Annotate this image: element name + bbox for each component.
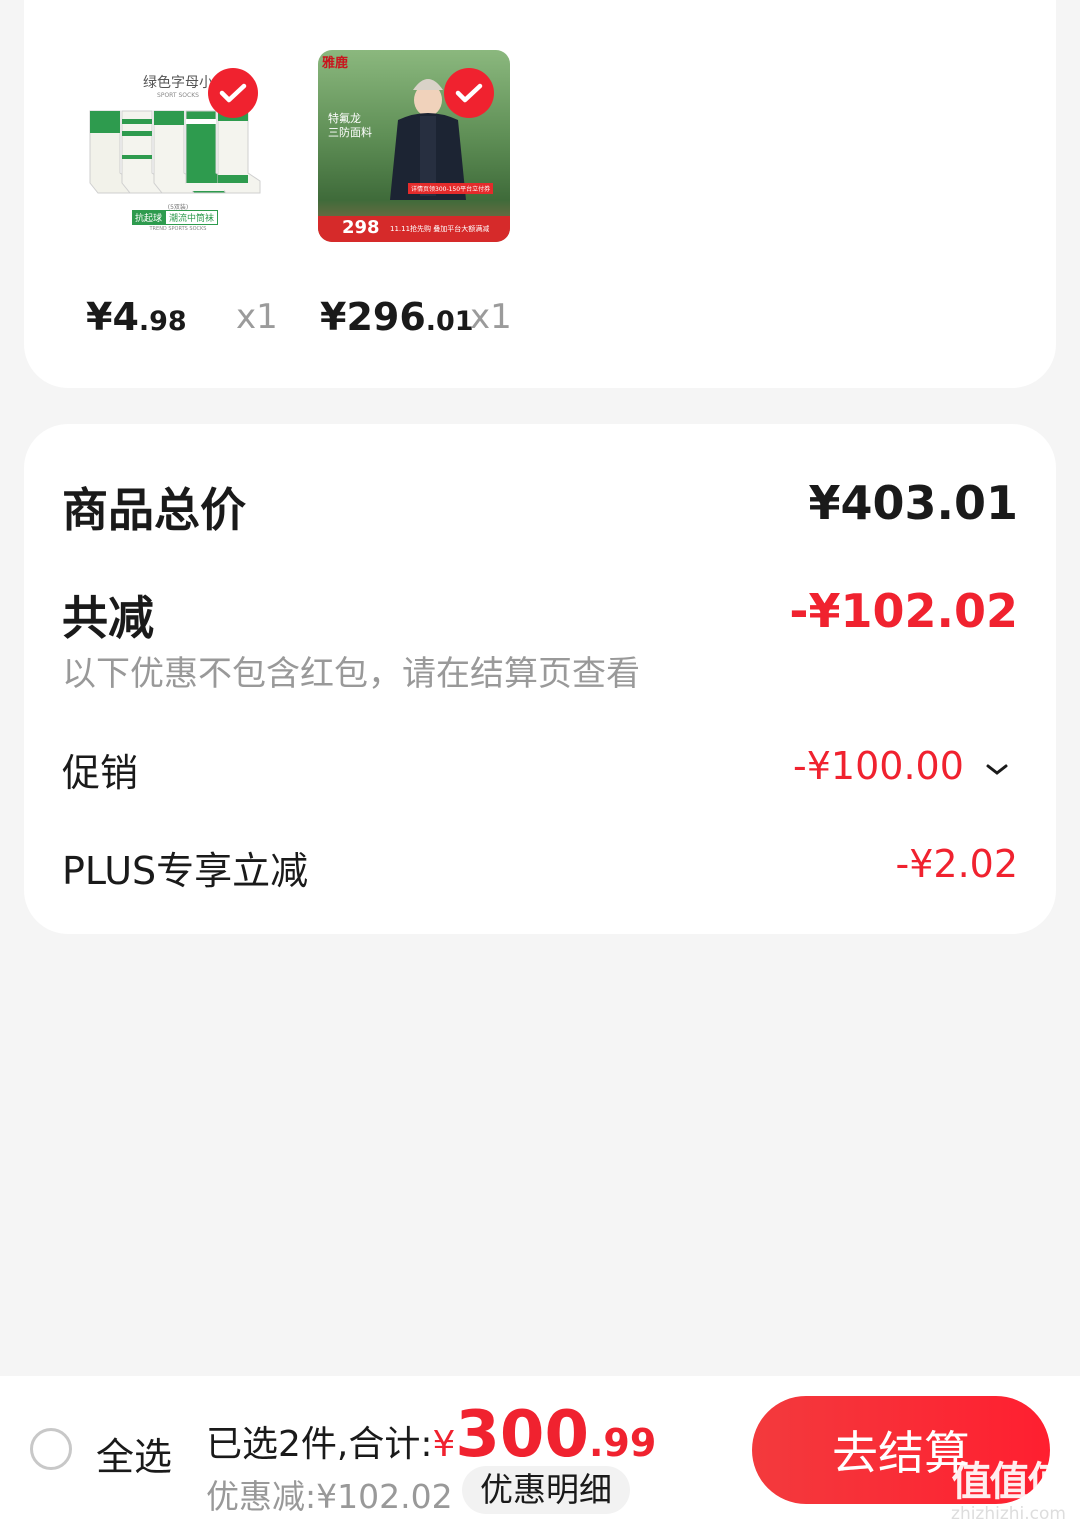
price-integer: ¥296 [320, 295, 426, 339]
cart-items-card: 绿色字母小 SPORT SOCKS (5双装) 抗起球 潮流中筒袜 TREND … [24, 0, 1056, 388]
promotion-row[interactable]: -¥100.00 [793, 744, 1010, 788]
item-quantity: x1 [236, 297, 278, 337]
check-icon [455, 83, 483, 103]
total-decimal: .99 [588, 1421, 657, 1465]
item-price: ¥296.01 [320, 295, 474, 339]
item-selected-check[interactable] [444, 68, 494, 118]
select-all-radio[interactable] [30, 1428, 72, 1470]
selected-total: 已选2件,合计:¥300.99 [206, 1398, 656, 1472]
jacket-band-price: 298 [342, 217, 380, 238]
plus-discount-value: -¥2.02 [895, 842, 1019, 886]
site-watermark: 值值值 zhizhizhi.com [951, 1459, 1068, 1524]
price-summary-card: 商品总价 ¥403.01 共减 -¥102.02 以下优惠不包含红包，请在结算页… [24, 424, 1056, 934]
total-price-label: 商品总价 [62, 483, 246, 537]
total-price-value: ¥403.01 [808, 476, 1018, 530]
promotion-label: 促销 [62, 751, 139, 795]
watermark-logo: 值值值 [951, 1459, 1068, 1505]
discount-summary: 优惠减:¥102.02 [206, 1477, 453, 1516]
checkout-label: 去结算 [832, 1426, 970, 1480]
item-quantity: x1 [470, 297, 512, 337]
discount-detail-button[interactable]: 优惠明细 [462, 1466, 630, 1514]
select-all-label[interactable]: 全选 [96, 1426, 172, 1481]
currency-symbol: ¥ [432, 1424, 456, 1465]
socks-tag: 潮流中筒袜 [165, 210, 219, 225]
total-reduction-label: 共减 [62, 591, 154, 645]
jacket-price-band: 298 11.11抢先购 叠加平台大额满减 [318, 216, 510, 242]
jacket-band-text: 11.11抢先购 叠加平台大额满减 [390, 225, 490, 233]
price-decimal: .98 [138, 306, 187, 337]
socks-footnote: TREND SPORTS SOCKS [149, 226, 207, 232]
discount-note: 以下优惠不包含红包，请在结算页查看 [62, 654, 640, 694]
promotion-value: -¥100.00 [793, 744, 964, 788]
item-price: ¥4.98 [86, 295, 187, 339]
socks-tags: 抗起球 潮流中筒袜 [132, 210, 219, 225]
checkout-bar: 全选 已选2件,合计:¥300.99 优惠减:¥102.02 优惠明细 去结算 … [0, 1376, 1080, 1526]
total-reduction-value: -¥102.02 [789, 584, 1018, 638]
watermark-site: zhizhizhi.com [951, 1504, 1066, 1524]
socks-illustration [89, 110, 261, 194]
check-icon [219, 83, 247, 103]
total-integer: 300 [455, 1398, 589, 1472]
price-decimal: .01 [425, 306, 474, 337]
selected-count-text: 已选2件,合计: [206, 1424, 433, 1465]
item-selected-check[interactable] [208, 68, 258, 118]
plus-discount-label: PLUS专享立减 [62, 849, 309, 893]
socks-tag: 抗起球 [132, 210, 166, 225]
price-integer: ¥4 [86, 295, 139, 339]
jacket-promo: 详情页领300-150平台立付券 [408, 183, 494, 194]
chevron-down-icon [986, 764, 1008, 775]
